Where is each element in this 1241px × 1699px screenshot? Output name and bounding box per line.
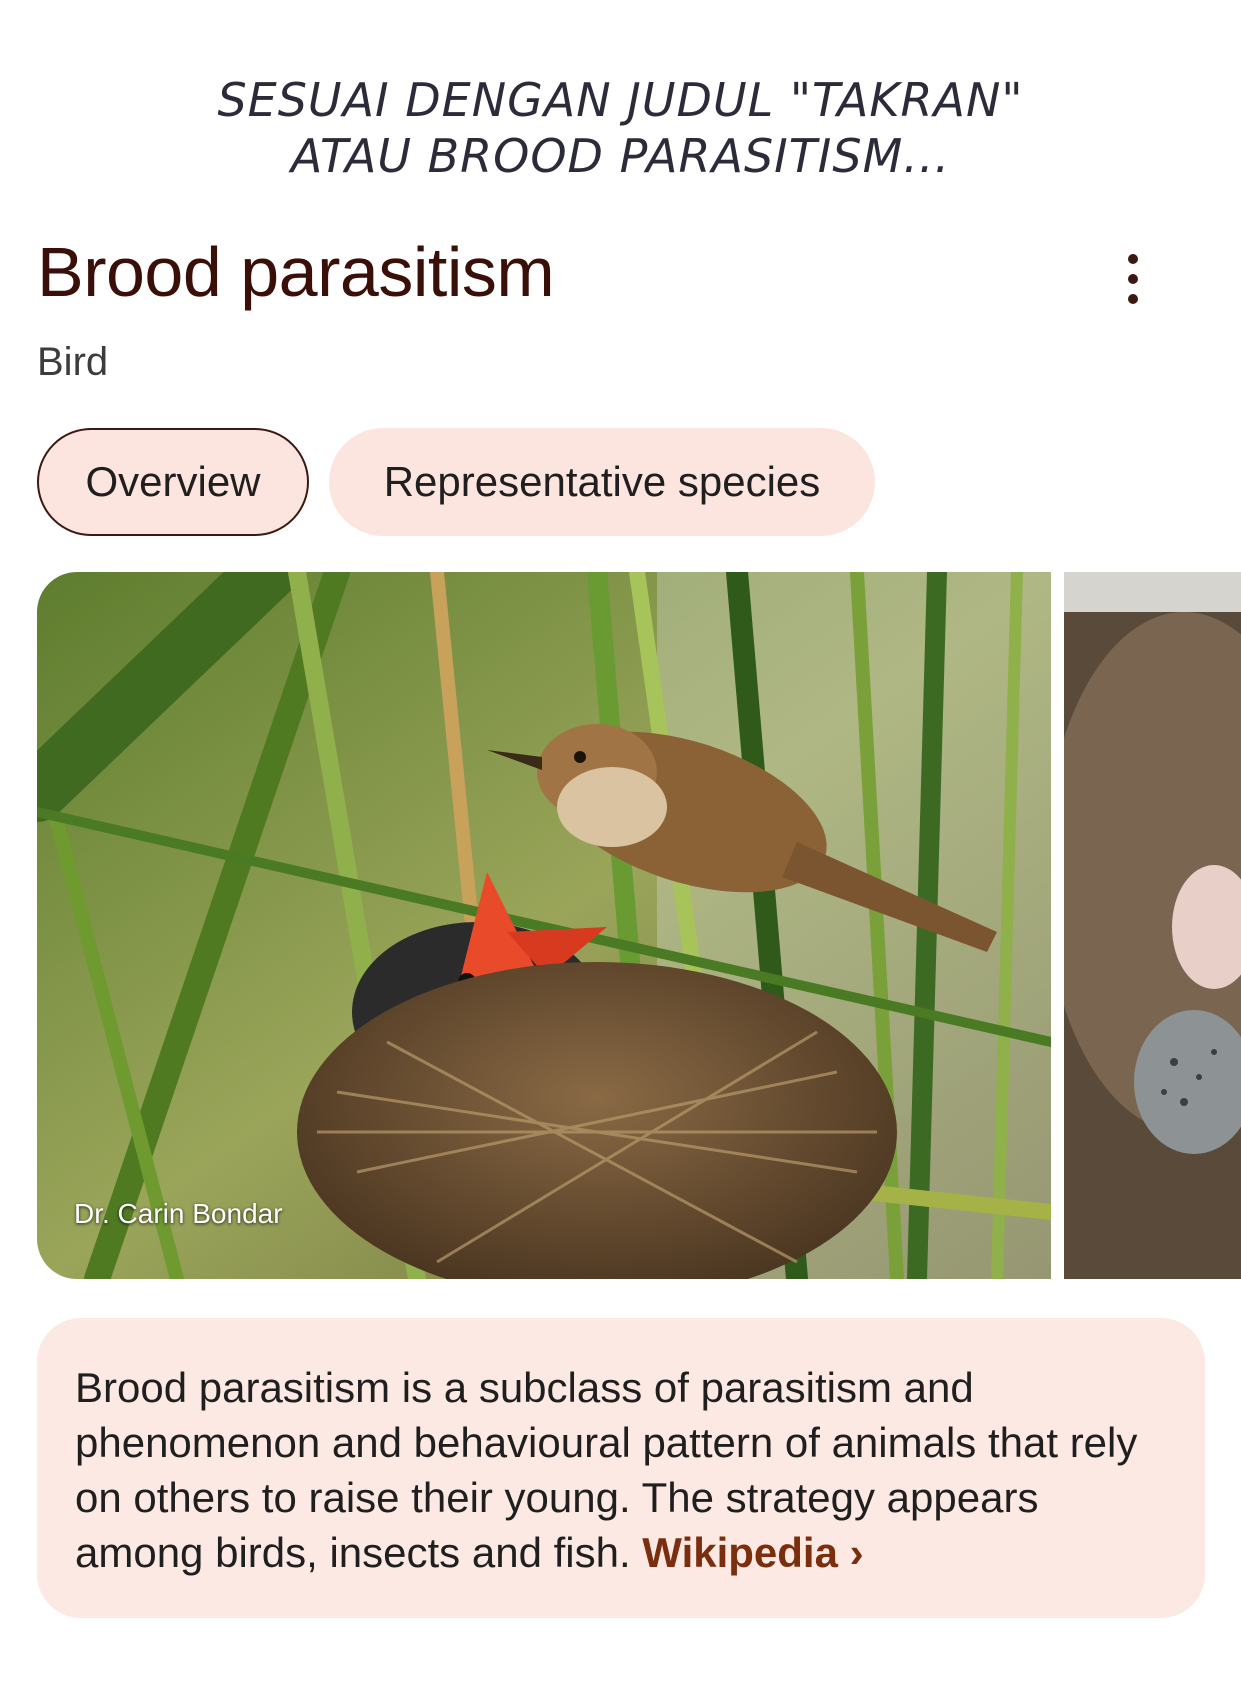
description-text: Brood parasitism is a subclass of parasi… — [75, 1364, 1138, 1576]
page-subtitle: Bird — [37, 340, 109, 384]
tab-overview[interactable]: Overview — [37, 428, 309, 536]
caption-line-1: SESUAI DENGAN JUDUL "TAKRAN" — [217, 73, 1024, 127]
secondary-photo[interactable] — [1064, 572, 1241, 1279]
main-photo[interactable] — [37, 572, 1051, 1279]
description-card: Brood parasitism is a subclass of parasi… — [37, 1318, 1205, 1618]
photo-credit: Dr. Carin Bondar — [74, 1198, 283, 1229]
chevron-right-icon: › — [849, 1529, 864, 1576]
more-vert-icon[interactable] — [1118, 254, 1148, 304]
page-title: Brood parasitism — [37, 233, 555, 311]
comic-caption: SESUAI DENGAN JUDUL "TAKRAN" ATAU BROOD … — [0, 72, 1241, 184]
tab-representative-species[interactable]: Representative species — [329, 428, 875, 536]
wikipedia-link[interactable]: Wikipedia › — [642, 1529, 863, 1576]
wikipedia-link-label: Wikipedia — [642, 1529, 838, 1576]
tab-bar: Overview Representative species — [37, 428, 875, 536]
caption-line-2: ATAU BROOD PARASITISM... — [290, 129, 951, 183]
